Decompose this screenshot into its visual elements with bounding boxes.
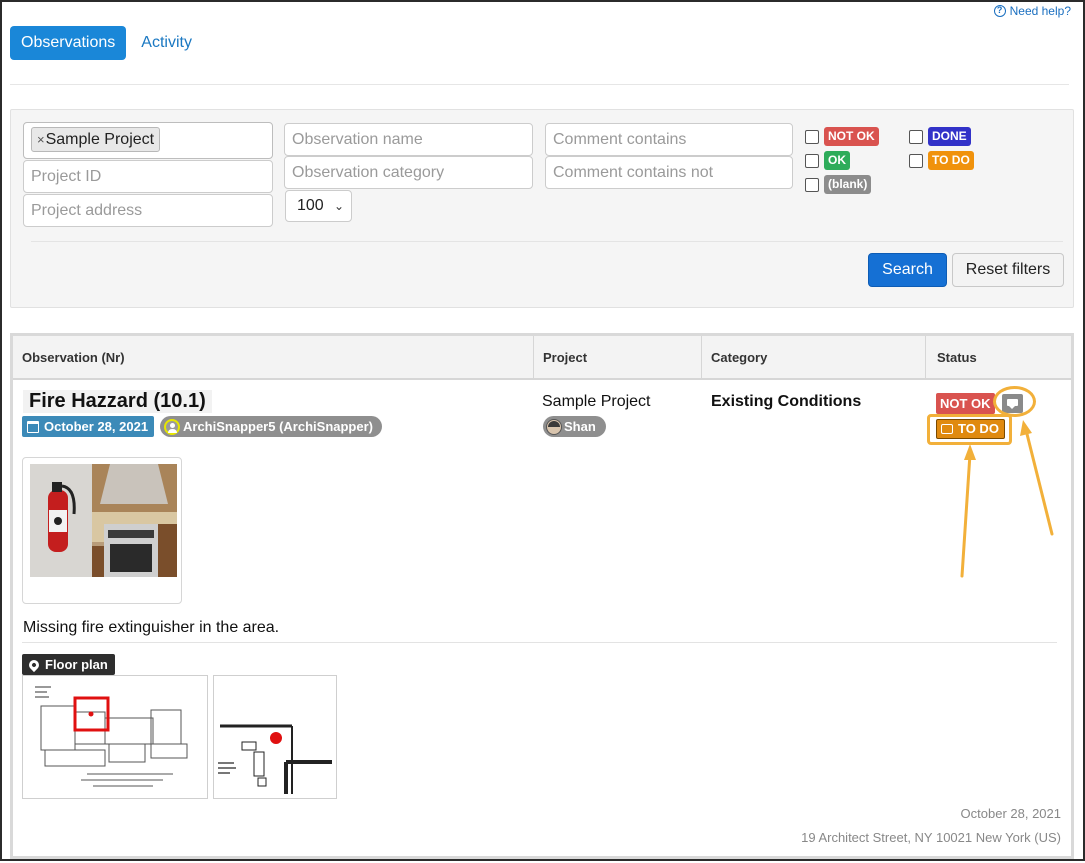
status-badge: TO DO — [928, 151, 974, 170]
divider — [10, 84, 1069, 85]
observation-photo-card[interactable] — [22, 457, 182, 604]
floor-plan-detail-thumbnail[interactable] — [213, 675, 337, 799]
status-badge: NOT OK — [824, 127, 879, 146]
help-link[interactable]: ? Need help? — [993, 4, 1071, 18]
status-filter-notok[interactable]: NOT OK — [805, 127, 879, 146]
observation-description: Missing fire extinguisher in the area. — [23, 619, 280, 636]
avatar — [546, 418, 562, 435]
footer-address: 19 Architect Street, NY 10021 New York (… — [801, 830, 1061, 845]
project-user-badge: Shan — [543, 416, 606, 437]
floor-plan-label: Floor plan — [45, 657, 108, 672]
calendar-icon — [27, 420, 39, 433]
project-id-field[interactable]: Project ID — [23, 160, 273, 193]
checkbox[interactable] — [909, 153, 923, 168]
question-icon: ? — [993, 5, 1006, 17]
comment-contains-field[interactable]: Comment contains — [545, 123, 793, 156]
divider — [22, 642, 1057, 643]
status-filter-ok[interactable]: OK — [805, 151, 850, 170]
observation-photo[interactable] — [30, 464, 177, 577]
status-filter-blank[interactable]: (blank) — [805, 175, 872, 194]
floor-plan-thumbnail[interactable] — [22, 675, 208, 799]
filter-panel: ×Sample Project Project ID Project addre… — [10, 109, 1074, 308]
project-chip-label: Sample Project — [45, 131, 155, 148]
page-size-select[interactable]: 100 ⌄ — [285, 190, 352, 222]
map-pin-icon — [26, 657, 42, 672]
remove-chip-icon[interactable]: × — [37, 132, 45, 147]
page-size-value: 100 — [297, 197, 324, 214]
divider — [31, 241, 1063, 242]
status-badge-todo[interactable]: TO DO — [936, 419, 1005, 439]
category-label: Existing Conditions — [711, 393, 862, 410]
chevron-down-icon: ⌄ — [333, 199, 344, 213]
column-header-observation[interactable]: Observation (Nr) — [22, 336, 125, 380]
column-divider — [533, 336, 534, 380]
project-user-label: Shan — [564, 419, 596, 434]
reset-filters-button[interactable]: Reset filters — [952, 253, 1064, 287]
status-filter-todo[interactable]: TO DO — [909, 151, 974, 170]
status-badge-notok[interactable]: NOT OK — [936, 393, 995, 414]
tab-bar: Observations Activity — [10, 26, 203, 60]
checkbox[interactable] — [805, 129, 819, 144]
checkbox[interactable] — [805, 177, 819, 192]
observation-name-field[interactable]: Observation name — [284, 123, 533, 156]
column-header-category[interactable]: Category — [711, 336, 767, 380]
author-badge: ArchiSnapper5 (ArchiSnapper) — [160, 416, 382, 437]
observation-title[interactable]: Fire Hazzard (10.1) — [23, 390, 212, 413]
tab-observations[interactable]: Observations — [10, 26, 127, 60]
project-chip[interactable]: ×Sample Project — [31, 127, 161, 152]
highlight-oval — [993, 386, 1036, 417]
table-header: Observation (Nr) Project Category Status — [13, 336, 1071, 380]
column-divider — [701, 336, 702, 380]
status-todo-label: TO DO — [958, 421, 999, 436]
status-filter-done[interactable]: DONE — [909, 127, 971, 146]
footer-date: October 28, 2021 — [960, 806, 1061, 821]
status-badge: OK — [824, 151, 850, 170]
tab-activity[interactable]: Activity — [130, 26, 203, 60]
date-label: October 28, 2021 — [44, 419, 149, 434]
status-badge: DONE — [928, 127, 971, 146]
observations-table: Observation (Nr) Project Category Status… — [10, 333, 1074, 859]
floor-plan-badge: Floor plan — [22, 654, 115, 675]
help-label: Need help? — [1009, 4, 1071, 18]
checkbox[interactable] — [805, 153, 819, 168]
comment-contains-not-field[interactable]: Comment contains not — [545, 156, 793, 189]
app-frame: ? Need help? Observations Activity ×Samp… — [0, 0, 1085, 861]
column-divider — [925, 336, 926, 380]
column-header-status[interactable]: Status — [937, 336, 977, 380]
user-icon — [164, 418, 180, 435]
column-header-project[interactable]: Project — [543, 336, 587, 380]
project-tag-input[interactable]: ×Sample Project — [23, 122, 273, 159]
author-label: ArchiSnapper5 (ArchiSnapper) — [183, 419, 373, 434]
thumbs-down-icon — [941, 424, 953, 434]
date-badge: October 28, 2021 — [22, 416, 155, 437]
photo-illustration — [30, 464, 177, 577]
floor-plan-drawing — [35, 686, 188, 787]
search-button[interactable]: Search — [868, 253, 947, 287]
floor-plan-detail-drawing — [218, 724, 332, 794]
status-badge: (blank) — [824, 175, 872, 194]
observation-category-field[interactable]: Observation category — [284, 156, 533, 189]
checkbox[interactable] — [909, 129, 923, 144]
project-address-field[interactable]: Project address — [23, 194, 273, 227]
project-name[interactable]: Sample Project — [542, 393, 651, 411]
